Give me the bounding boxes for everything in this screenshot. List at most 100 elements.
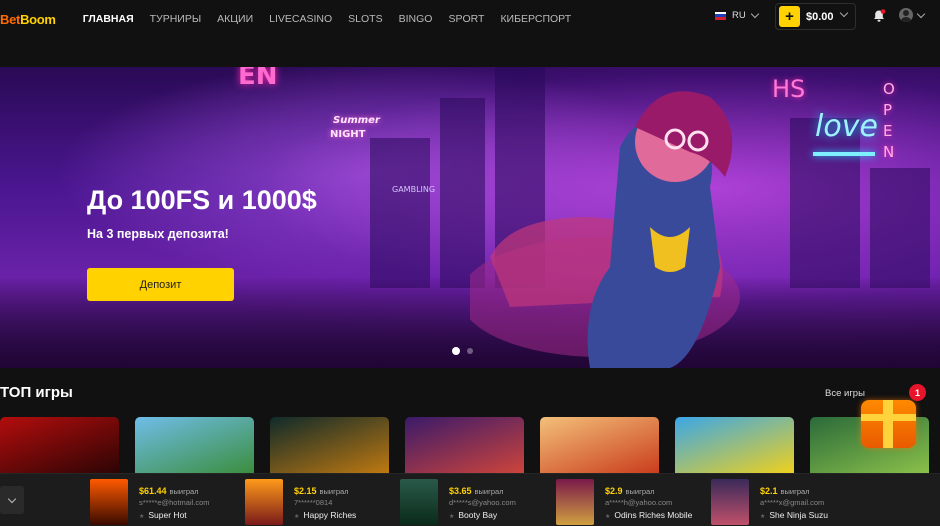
game-card[interactable] xyxy=(0,417,119,475)
win-label: выиграл xyxy=(780,487,810,496)
nav-item-sport[interactable]: SPORT xyxy=(448,13,484,25)
star-icon: ★ xyxy=(139,514,145,520)
game-name-label: Happy Riches xyxy=(303,510,357,520)
building-shape xyxy=(870,168,930,288)
top-header: Bet Boom ГЛАВНАЯ ТУРНИРЫ АКЦИИ LIVECASINO… xyxy=(0,0,940,38)
star-icon: ★ xyxy=(605,514,611,520)
win-amount: $61.44 выиграл xyxy=(139,486,199,496)
neon-sign-summer: Summer xyxy=(333,115,380,126)
logo-part-boom: Boom xyxy=(20,11,56,27)
game-card[interactable] xyxy=(270,417,389,475)
win-user: s*****e@hotmail.com xyxy=(139,498,210,507)
nav-item-esports[interactable]: КИБЕРСПОРТ xyxy=(500,13,571,25)
building-shape xyxy=(370,138,430,288)
win-amount: $3.65 выиграл xyxy=(449,486,504,496)
win-game-name[interactable]: ★ Super Hot xyxy=(139,510,187,520)
win-amount: $2.15 выиграл xyxy=(294,486,349,496)
neon-sign-open-vertical: OPEN xyxy=(883,80,895,161)
game-thumbnail xyxy=(90,479,128,525)
win-label: выиграл xyxy=(625,487,655,496)
gift-ribbon xyxy=(883,400,893,448)
recent-wins-ticker: $61.44 выиграл s*****e@hotmail.com ★ Super H… xyxy=(0,473,940,526)
nav-item-livecasino[interactable]: LIVECASINO xyxy=(269,13,332,25)
gift-icon[interactable] xyxy=(859,392,919,452)
win-user: a*****h@yahoo.com xyxy=(605,498,673,507)
language-selector[interactable]: RU xyxy=(715,9,759,21)
win-label: выиграл xyxy=(169,487,199,496)
game-card[interactable] xyxy=(135,417,254,475)
win-item[interactable]: $3.65 выиграл d*****s@yahoo.com ★ Booty Bay xyxy=(400,476,550,525)
nav-item-home[interactable]: ГЛАВНАЯ xyxy=(83,13,134,25)
user-avatar-icon xyxy=(899,8,913,22)
logo[interactable]: Bet Boom xyxy=(0,12,56,27)
win-item[interactable]: $61.44 выиграл s*****e@hotmail.com ★ Super H… xyxy=(90,476,240,525)
carousel-dots xyxy=(452,347,473,355)
collapse-ticker-button[interactable] xyxy=(0,486,24,514)
chevron-down-icon xyxy=(750,9,759,19)
neon-sign-night: NIGHT xyxy=(330,129,366,140)
win-game-name[interactable]: ★ She Ninja Suzu xyxy=(760,510,828,520)
game-card[interactable] xyxy=(405,417,524,475)
balance-amount: $0.00 xyxy=(806,10,834,23)
nav-item-slots[interactable]: SLOTS xyxy=(348,13,382,25)
win-amount: $2.1 выиграл xyxy=(760,486,810,496)
chevron-down-icon xyxy=(916,9,926,18)
main-nav: ГЛАВНАЯ ТУРНИРЫ АКЦИИ LIVECASINO SLOTS B… xyxy=(83,13,587,25)
balance-widget[interactable]: + $0.00 xyxy=(775,3,856,30)
win-amount: $2.9 выиграл xyxy=(605,486,655,496)
star-icon: ★ xyxy=(294,514,300,520)
nav-item-tournaments[interactable]: ТУРНИРЫ xyxy=(150,13,202,25)
sign-gambling: GAMBLING xyxy=(392,185,436,194)
chevron-down-icon xyxy=(839,8,849,18)
chevron-down-icon xyxy=(7,494,17,503)
win-item[interactable]: $2.1 выиграл a*****x@gmail.com ★ She Ninja S… xyxy=(711,476,861,525)
game-thumbnail xyxy=(245,479,283,525)
game-thumbnail xyxy=(400,479,438,525)
star-icon: ★ xyxy=(760,514,766,520)
win-user: a*****x@gmail.com xyxy=(760,498,825,507)
win-amount-value: $2.1 xyxy=(760,486,778,496)
game-name-label: Odins Riches Mobile xyxy=(614,510,693,520)
win-user: d*****s@yahoo.com xyxy=(449,498,516,507)
gift-ribbon xyxy=(861,414,916,421)
win-amount-value: $2.15 xyxy=(294,486,317,496)
win-item[interactable]: $2.15 выиграл 7******0814 ★ Happy Riches xyxy=(245,476,395,525)
top-games-title: ТОП игры xyxy=(0,384,73,401)
language-label: RU xyxy=(732,10,746,21)
game-name-label: She Ninja Suzu xyxy=(769,510,828,520)
page: Bet Boom ГЛАВНАЯ ТУРНИРЫ АКЦИИ LIVECASINO… xyxy=(0,0,940,526)
user-menu[interactable] xyxy=(899,8,926,22)
win-amount-value: $3.65 xyxy=(449,486,472,496)
nav-item-bingo[interactable]: BINGO xyxy=(399,13,433,25)
win-label: выиграл xyxy=(319,487,349,496)
carousel-dot-active[interactable] xyxy=(452,347,460,355)
star-icon: ★ xyxy=(449,514,455,520)
neon-sign-open: EN xyxy=(238,67,278,91)
promo-banner[interactable]: EN Summer NIGHT GAMBLING HS love OPEN До… xyxy=(0,67,940,368)
game-thumbnail xyxy=(556,479,594,525)
game-thumbnail xyxy=(711,479,749,525)
carousel-dot[interactable] xyxy=(467,348,473,354)
nav-item-promotions[interactable]: АКЦИИ xyxy=(217,13,253,25)
win-user: 7******0814 xyxy=(294,498,333,507)
win-game-name[interactable]: ★ Odins Riches Mobile xyxy=(605,510,692,520)
game-name-label: Booty Bay xyxy=(458,510,498,520)
game-name-label: Super Hot xyxy=(148,510,187,520)
deposit-button[interactable]: Депозит xyxy=(87,268,234,301)
win-game-name[interactable]: ★ Happy Riches xyxy=(294,510,356,520)
win-amount-value: $2.9 xyxy=(605,486,623,496)
neon-sign-hs: HS xyxy=(772,75,806,103)
win-amount-value: $61.44 xyxy=(139,486,167,496)
gift-count-badge: 1 xyxy=(909,384,926,401)
bell-icon[interactable] xyxy=(872,9,886,23)
win-game-name[interactable]: ★ Booty Bay xyxy=(449,510,497,520)
deposit-plus-button[interactable]: + xyxy=(779,6,800,27)
neon-line xyxy=(813,152,875,156)
win-label: выиграл xyxy=(474,487,504,496)
game-card[interactable] xyxy=(675,417,794,475)
game-card[interactable] xyxy=(540,417,659,475)
russia-flag-icon xyxy=(715,11,726,20)
win-item[interactable]: $2.9 выиграл a*****h@yahoo.com ★ Odins Riche… xyxy=(556,476,706,525)
woman-with-car-illustration xyxy=(470,91,740,368)
logo-part-bet: Bet xyxy=(0,11,21,27)
